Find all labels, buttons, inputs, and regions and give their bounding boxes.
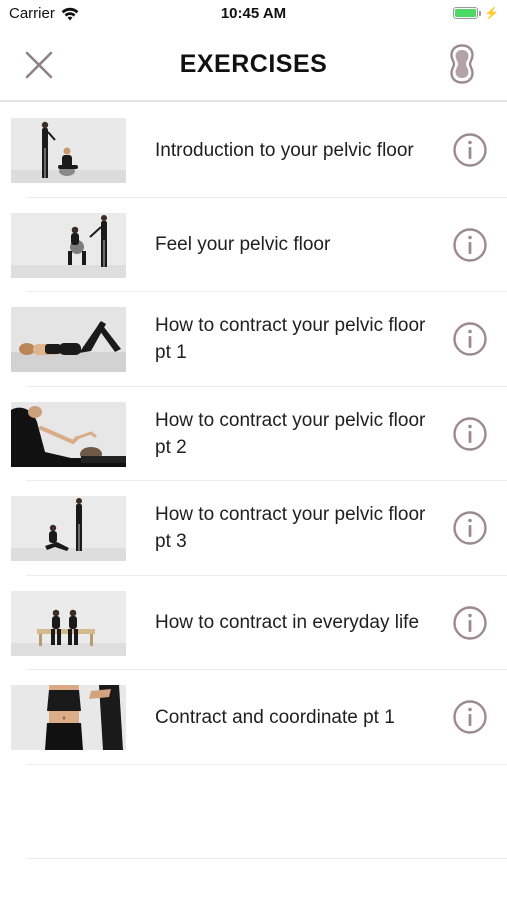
pelvic-device-icon[interactable]: [449, 44, 475, 84]
list-item[interactable]: How to contract your pelvic floor pt 1: [0, 292, 507, 387]
battery-icon: [453, 7, 479, 19]
header-divider: [0, 100, 507, 102]
exercise-thumbnail: [11, 590, 126, 656]
status-bar: Carrier 10:45 AM ⚡: [0, 0, 507, 28]
battery-indicator: ⚡: [453, 6, 499, 20]
list-item[interactable]: How to contract your pelvic floor pt 3: [0, 481, 507, 576]
info-icon[interactable]: [452, 132, 488, 168]
exercise-thumbnail: [11, 685, 126, 750]
list-item[interactable]: Contract and coordinate pt 1: [0, 670, 507, 765]
info-icon[interactable]: [452, 416, 488, 452]
exercise-title: Contract and coordinate pt 1: [155, 706, 395, 728]
exercise-thumbnail: [11, 212, 126, 278]
navigation-bar: EXERCISES: [0, 28, 507, 100]
exercise-thumbnail: [11, 496, 126, 561]
list-item[interactable]: How to contract your pelvic floor pt 2: [0, 387, 507, 481]
exercise-thumbnail: [11, 118, 126, 183]
list-item[interactable]: Introduction to your pelvic floor: [0, 103, 507, 198]
list-divider: [26, 858, 507, 859]
exercise-title: Feel your pelvic floor: [155, 234, 331, 256]
list-item[interactable]: Feel your pelvic floor: [0, 198, 507, 292]
exercise-title: How to contract in everyday life: [155, 612, 420, 634]
exercise-thumbnail: [11, 401, 126, 467]
exercise-thumbnail: [11, 307, 126, 372]
exercise-title: Introduction to your pelvic floor: [155, 139, 414, 161]
status-time: 10:45 AM: [220, 5, 287, 22]
exercise-list: Introduction to your pelvic floor Feel y…: [0, 103, 507, 765]
info-icon[interactable]: [452, 605, 488, 641]
page-title: EXERCISES: [179, 50, 328, 78]
info-icon[interactable]: [452, 510, 488, 546]
info-icon[interactable]: [452, 699, 488, 735]
exercise-title: How to contract your pelvic floor pt 1: [155, 315, 426, 364]
list-item[interactable]: How to contract in everyday life: [0, 576, 507, 670]
info-icon[interactable]: [452, 321, 488, 357]
exercise-title: How to contract your pelvic floor pt 3: [155, 504, 426, 553]
exercise-title: How to contract your pelvic floor pt 2: [155, 409, 426, 458]
info-icon[interactable]: [452, 227, 488, 263]
charging-bolt-icon: ⚡: [484, 6, 499, 20]
